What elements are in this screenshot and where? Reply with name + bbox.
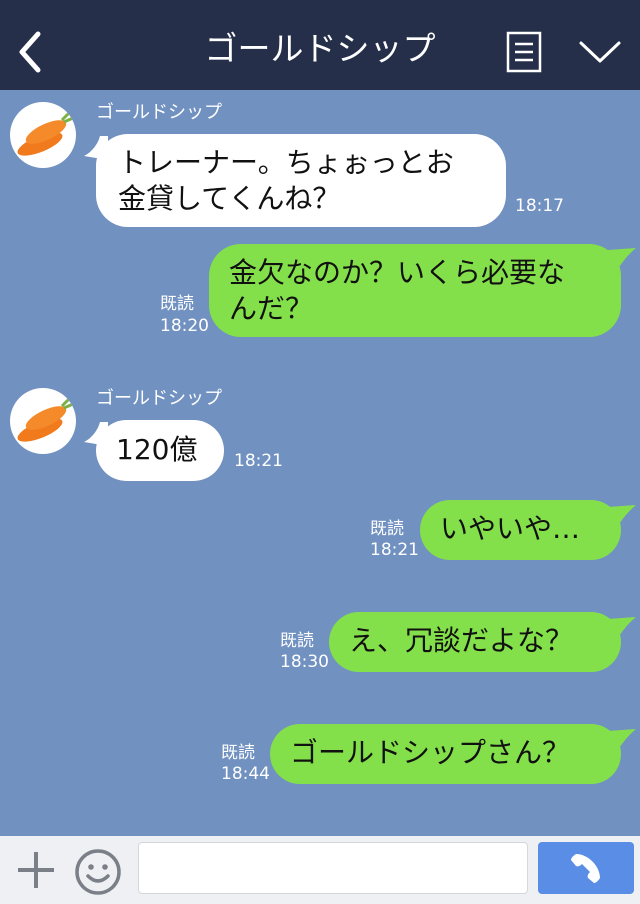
menu-list-icon[interactable]: [506, 31, 542, 73]
carrot-icon: [17, 396, 74, 442]
message-time: 18:30: [280, 652, 329, 672]
incoming-message-bubble[interactable]: 120億: [96, 420, 224, 481]
message-text-line: 120億: [116, 433, 198, 466]
sender-name: ゴールドシップ: [96, 102, 222, 123]
incoming-message-bubble[interactable]: トレーナー。ちょぉっとお 金貸してくんね？: [96, 134, 506, 227]
message-input[interactable]: [138, 842, 528, 894]
message-text-line: 金貸してくんね？: [118, 182, 341, 215]
read-receipt: 既読: [221, 743, 255, 763]
message-text-line: いやいや…: [440, 512, 581, 545]
message-text-line: トレーナー。ちょぉっとお: [118, 146, 454, 179]
call-button[interactable]: [538, 842, 634, 894]
plus-icon[interactable]: [16, 850, 56, 890]
chat-title: ゴールドシップ: [204, 29, 436, 68]
phone-icon: [571, 854, 600, 883]
read-receipt: 既読: [280, 631, 314, 651]
outgoing-message-bubble[interactable]: ゴールドシップさん？: [270, 724, 621, 784]
avatar[interactable]: [10, 388, 76, 454]
message-text-line: え、冗談だよな？: [349, 624, 574, 657]
avatar[interactable]: [10, 102, 76, 168]
message-time: 18:17: [515, 196, 564, 216]
sender-name: ゴールドシップ: [96, 388, 222, 409]
chevron-down-icon[interactable]: [578, 38, 622, 66]
message-time: 18:21: [370, 540, 419, 560]
outgoing-message-bubble[interactable]: いやいや…: [420, 500, 621, 560]
outgoing-message-bubble[interactable]: 金欠なのか？いくら必要な んだ？: [209, 244, 621, 337]
read-receipt: 既読: [160, 294, 194, 314]
message-text-line: んだ？: [229, 292, 314, 325]
outgoing-message-bubble[interactable]: え、冗談だよな？: [329, 612, 621, 672]
message-text-line: ゴールドシップさん？: [290, 736, 571, 769]
message-time: 18:44: [221, 764, 270, 784]
smiley-icon[interactable]: [74, 848, 122, 896]
message-input-bar: [0, 836, 640, 904]
message-text-line: 金欠なのか？いくら必要な: [229, 256, 566, 289]
message-time: 18:21: [234, 451, 283, 471]
chat-header: ゴールドシップ: [0, 0, 640, 90]
message-time: 18:20: [160, 316, 209, 336]
read-receipt: 既読: [370, 519, 404, 539]
carrot-icon: [17, 110, 74, 156]
